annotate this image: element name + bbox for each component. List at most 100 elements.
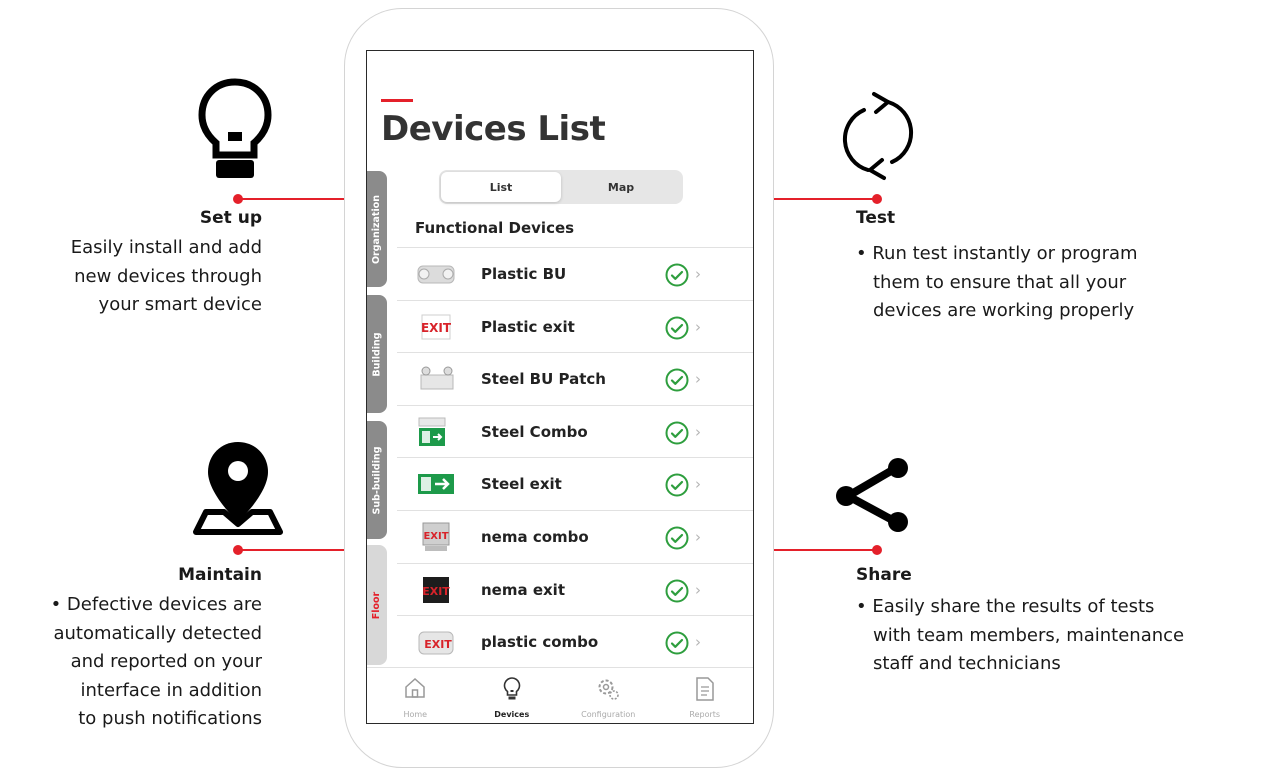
callout-line <box>238 198 344 200</box>
setup-title: Set up <box>199 208 262 228</box>
device-row[interactable]: EXIT nema exit › <box>397 562 753 616</box>
svg-text:EXIT: EXIT <box>421 321 452 335</box>
bottom-tab-bar: Home Devices Configuration Reports <box>367 667 753 723</box>
test-description: • Run test instantly or program them to … <box>856 240 1138 326</box>
setup-description: Easily install and add new devices throu… <box>71 234 262 320</box>
refresh-cycle-icon <box>842 92 914 180</box>
share-line: • Easily share the results of tests <box>856 596 1155 617</box>
share-line: staff and technicians <box>873 653 1061 674</box>
device-name: nema combo <box>481 527 589 546</box>
check-circle-icon <box>665 263 689 287</box>
device-row[interactable]: Steel BU Patch › <box>397 352 753 405</box>
device-row[interactable]: EXIT plastic combo › <box>397 615 753 668</box>
chevron-right-icon: › <box>695 633 701 652</box>
side-tab-building[interactable]: Building <box>367 295 387 413</box>
page-title: Devices List <box>381 109 606 149</box>
section-title: Functional Devices <box>415 219 575 237</box>
device-name: Steel Combo <box>481 422 588 441</box>
segment-map[interactable]: Map <box>561 172 681 202</box>
emergency-light-icon <box>417 265 455 284</box>
device-row[interactable]: Plastic BU › <box>397 247 753 300</box>
device-name: plastic combo <box>481 633 599 652</box>
device-name: Steel BU Patch <box>481 370 606 389</box>
check-circle-icon <box>665 421 689 445</box>
tab-home[interactable]: Home <box>367 668 464 723</box>
device-row[interactable]: Steel Combo › <box>397 404 753 458</box>
device-name: Plastic BU <box>481 265 567 283</box>
maintain-line: and reported on your <box>70 651 262 672</box>
tab-devices[interactable]: Devices <box>464 668 561 723</box>
svg-text:EXIT: EXIT <box>424 638 452 651</box>
side-tab-label: Floor <box>371 591 383 619</box>
side-tab-label: Sub-building <box>371 445 383 515</box>
tab-label: Home <box>403 710 428 719</box>
location-pin-icon <box>193 442 283 535</box>
check-circle-icon <box>665 526 689 550</box>
chevron-right-icon: › <box>695 370 701 389</box>
check-circle-icon <box>665 579 689 603</box>
check-circle-icon <box>665 368 689 392</box>
test-title: Test <box>856 208 896 228</box>
side-tab-floor[interactable]: Floor <box>367 545 387 665</box>
chevron-right-icon: › <box>695 265 701 283</box>
gear-icon <box>598 679 620 700</box>
setup-line: new devices through <box>74 265 262 287</box>
share-line: with team members, maintenance <box>873 624 1185 646</box>
chevron-right-icon: › <box>695 580 701 599</box>
device-row[interactable]: EXIT nema combo › <box>397 509 753 563</box>
exit-combo-plastic-icon: EXIT <box>418 631 454 655</box>
maintain-line: to push notifications <box>78 708 262 729</box>
lightbulb-icon <box>503 677 521 700</box>
document-icon <box>696 677 714 701</box>
svg-text:EXIT: EXIT <box>423 531 448 542</box>
callout-line <box>774 549 876 551</box>
emergency-light-steel-icon <box>420 366 454 390</box>
device-row[interactable]: Steel exit › <box>397 457 753 510</box>
maintain-line: interface in addition <box>80 679 263 701</box>
device-list: Plastic BU › EXIT Plastic exit › Steel B… <box>397 247 753 668</box>
exit-combo-green-icon <box>418 417 446 446</box>
check-circle-icon <box>665 631 689 655</box>
device-name: Plastic exit <box>481 317 575 336</box>
chevron-right-icon: › <box>695 317 701 336</box>
app-screen: Devices List Organization Building Sub-b… <box>366 50 754 724</box>
share-description: • Easily share the results of tests with… <box>856 593 1184 679</box>
tab-configuration[interactable]: Configuration <box>560 668 657 723</box>
chevron-right-icon: › <box>695 527 701 546</box>
maintain-description: • Defective devices are automatically de… <box>51 591 262 734</box>
test-line: them to ensure that all your <box>873 271 1127 293</box>
device-row[interactable]: EXIT Plastic exit › <box>397 299 753 353</box>
side-tab-label: Building <box>371 331 383 377</box>
exit-sign-red-icon: EXIT <box>421 314 452 340</box>
exit-sign-green-icon <box>418 474 454 495</box>
setup-line: your smart device <box>98 294 262 315</box>
test-line: • Run test instantly or program <box>856 243 1138 264</box>
exit-combo-red-icon: EXIT <box>422 522 450 551</box>
check-circle-icon <box>665 316 689 340</box>
maintain-line: • Defective devices are <box>50 594 262 615</box>
exit-sign-black-icon: EXIT <box>422 576 450 603</box>
test-line: devices are working properly <box>873 300 1135 321</box>
device-name: nema exit <box>481 580 565 599</box>
chevron-right-icon: › <box>695 422 701 441</box>
svg-text:EXIT: EXIT <box>422 585 450 598</box>
tab-label: Devices <box>494 710 530 719</box>
share-title: Share <box>856 565 912 585</box>
segment-list[interactable]: List <box>441 172 561 202</box>
tab-label: Configuration <box>581 710 636 719</box>
chevron-right-icon: › <box>695 475 701 494</box>
tab-label: Reports <box>689 710 721 719</box>
device-name: Steel exit <box>481 475 562 494</box>
side-tab-organization[interactable]: Organization <box>367 171 387 287</box>
lightbulb-icon <box>198 78 272 178</box>
share-icon <box>836 458 908 532</box>
home-icon <box>405 677 425 698</box>
view-toggle: List Map <box>439 170 683 204</box>
title-accent-bar <box>381 99 413 102</box>
callout-line <box>774 198 876 200</box>
side-tab-sub-building[interactable]: Sub-building <box>367 421 387 539</box>
maintain-title: Maintain <box>178 565 262 585</box>
callout-line <box>238 549 344 551</box>
tab-reports[interactable]: Reports <box>657 668 754 723</box>
maintain-line: automatically detected <box>53 622 262 644</box>
